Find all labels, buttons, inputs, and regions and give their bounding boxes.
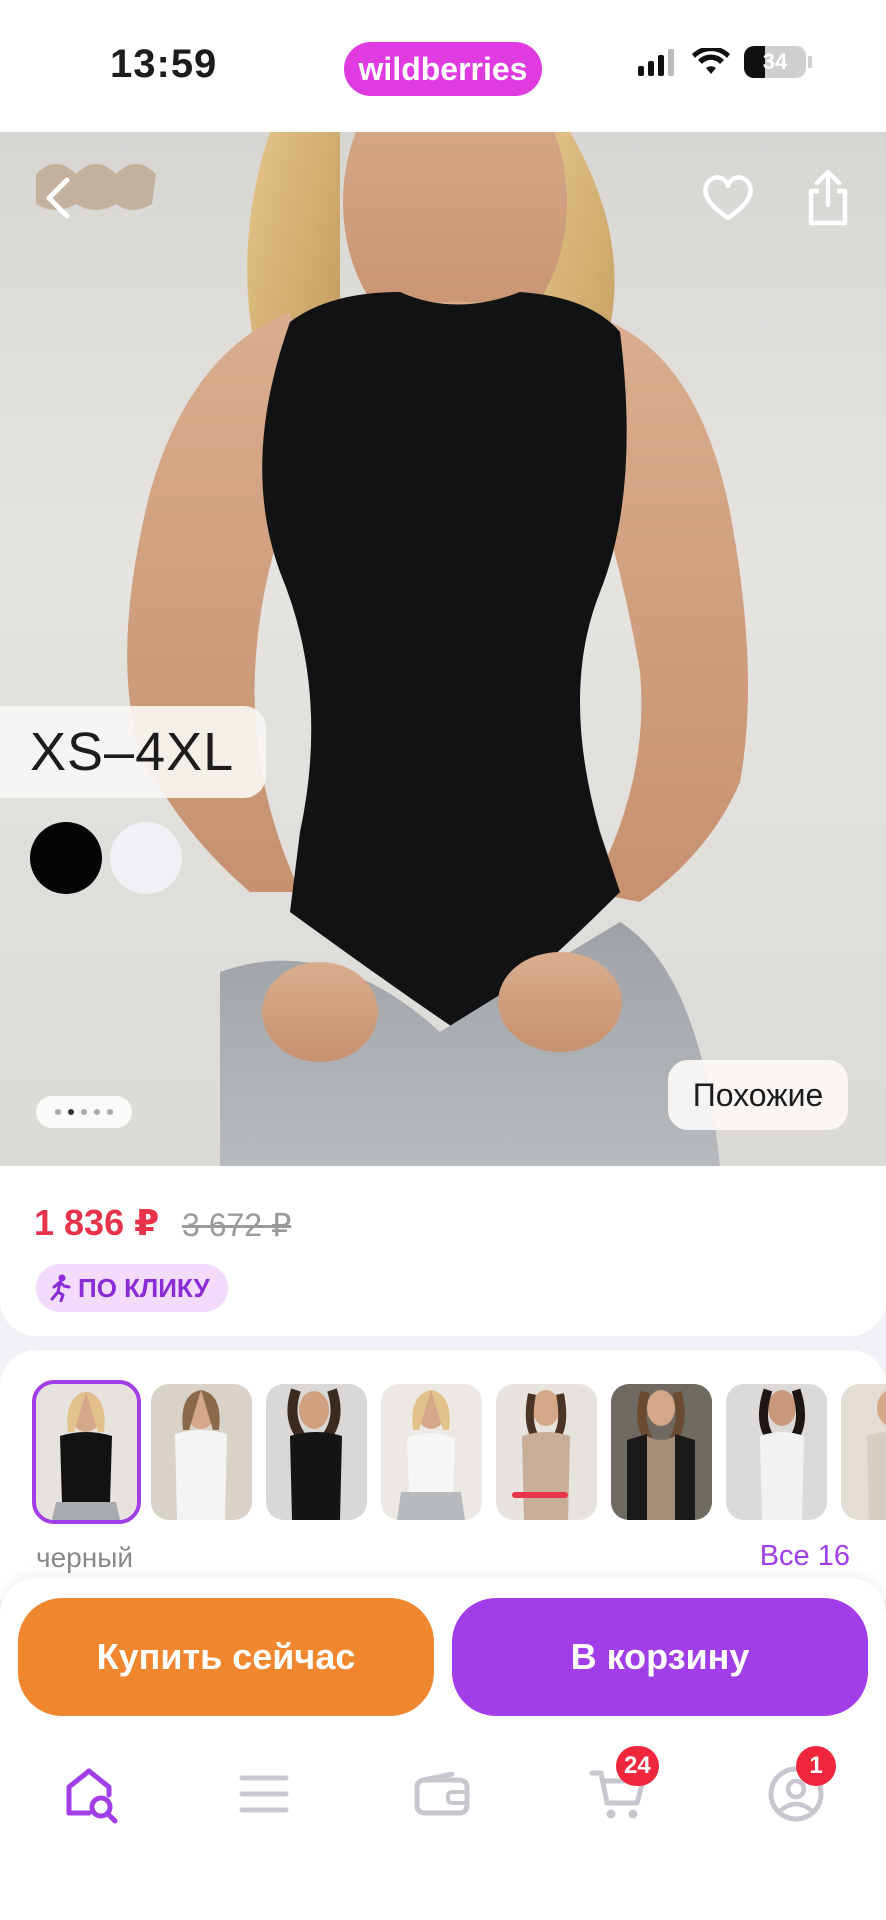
gallery-dot [107,1109,113,1115]
gallery-dot [55,1109,61,1115]
battery-icon: 34 [744,46,806,78]
bottom-tab-bar: 24 1 [0,1718,886,1920]
color-swatch-white[interactable] [110,822,182,894]
variant-thumbnail[interactable] [381,1384,482,1520]
variant-thumbnail[interactable] [266,1384,367,1520]
home-search-icon [66,1768,118,1824]
running-person-icon [50,1274,71,1302]
product-gallery[interactable]: XS–4XL Похожие [0,132,886,1166]
gallery-pagination [36,1096,132,1128]
battery-level: 34 [762,49,788,74]
catalog-menu-icon [239,1775,289,1813]
variant-image [627,1390,695,1520]
variant-thumbnails [32,1380,886,1524]
share-button[interactable] [792,162,864,234]
gallery-dot [81,1109,87,1115]
price-card: 1 836 ₽ 3 672 ₽ ПО КЛИКУ [0,1166,886,1336]
variant-thumbnail[interactable] [496,1384,597,1520]
variant-thumbnail[interactable] [611,1384,712,1520]
current-price: 1 836 ₽ [34,1202,160,1243]
variant-image [175,1390,227,1520]
variant-thumbnail[interactable] [726,1384,827,1520]
variant-thumbnail[interactable] [32,1380,141,1524]
back-button[interactable] [22,162,94,234]
wallet-icon [414,1772,470,1816]
buy-now-button[interactable]: Купить сейчас [18,1598,434,1716]
brand-logo: wildberries [344,42,542,96]
variant-image [397,1390,465,1520]
variant-image [759,1388,805,1520]
one-click-badge-label: ПО КЛИКУ [78,1272,210,1303]
purchase-actions: Купить сейчас В корзину [0,1578,886,1718]
variant-image [52,1392,120,1520]
status-bar: 13:59 wildberries 34 [0,0,886,132]
tab-catalog[interactable] [228,1758,300,1830]
share-icon [808,169,848,226]
cellular-signal-icon [638,49,674,76]
color-variants: черный Все 16 [0,1350,886,1600]
chevron-left-icon [46,177,70,219]
battery-tip [808,56,812,68]
favorite-button[interactable] [692,162,764,234]
status-icons: 34 [638,46,812,78]
profile-notification-badge: 1 [796,1746,836,1786]
similar-button[interactable]: Похожие [668,1060,848,1130]
one-click-badge[interactable]: ПО КЛИКУ [36,1264,228,1312]
tab-home[interactable] [54,1758,126,1830]
color-swatch-black[interactable] [30,822,102,894]
selected-color-label: черный [36,1542,133,1573]
product-page: 13:59 wildberries 34 XS–4XL Похожие 1 83… [0,0,886,1920]
variant-thumbnail[interactable] [841,1384,886,1520]
old-price: 3 672 ₽ [182,1207,292,1243]
gallery-dot-active [68,1109,74,1115]
wifi-icon [692,48,730,74]
size-range-label: XS–4XL [0,706,266,798]
heart-icon [703,175,753,221]
product-photo [36,132,748,1166]
cart-count-badge: 24 [616,1746,659,1786]
variant-image [512,1390,570,1520]
add-to-cart-button[interactable]: В корзину [452,1598,868,1716]
all-variants-link[interactable]: Все 16 [760,1540,850,1573]
variant-image [867,1391,886,1520]
status-time: 13:59 [110,42,218,86]
variant-image [287,1388,342,1520]
gallery-dot [94,1109,100,1115]
variant-thumbnail[interactable] [151,1384,252,1520]
tab-wallet[interactable] [406,1758,478,1830]
